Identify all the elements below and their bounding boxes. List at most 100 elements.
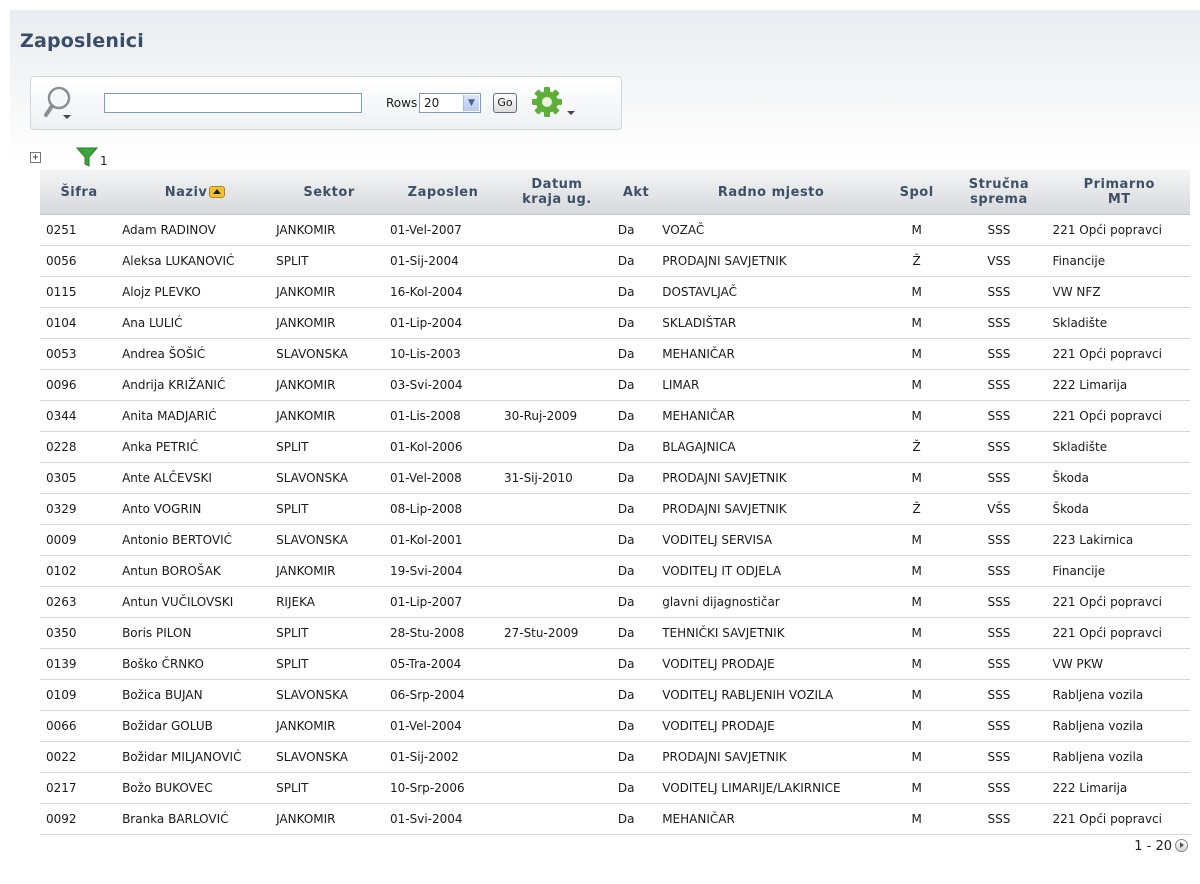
cell-primarno-mt: 221 Opći popravci — [1048, 586, 1190, 618]
go-button[interactable]: Go — [493, 93, 517, 113]
cell-sektor: JANKOMIR — [272, 276, 387, 308]
pagination-range: 1 - 20 — [1134, 839, 1172, 854]
table-row: 0053 Andrea ŠOŠIĆ SLAVONSKA 10-Lis-2003 Da ME… — [40, 338, 1190, 370]
cell-primarno-mt: VW PKW — [1048, 648, 1190, 680]
col-header-sifra[interactable]: Šifra — [40, 170, 119, 215]
cell-strucna-sprema: SSS — [949, 710, 1049, 742]
cell-spol: M — [883, 369, 950, 401]
chevron-down-icon[interactable]: ▼ — [463, 95, 479, 111]
cell-sifra: 0344 — [40, 400, 119, 432]
col-header-primarno-mt[interactable]: Primarno MT — [1048, 170, 1190, 215]
cell-sifra: 0102 — [40, 555, 119, 587]
cell-datum-kraja — [499, 431, 614, 463]
cell-spol: M — [883, 648, 950, 680]
cell-akt: Da — [613, 214, 659, 246]
cell-strucna-sprema: SSS — [949, 617, 1049, 649]
cell-strucna-sprema: SSS — [949, 369, 1049, 401]
cell-sektor: JANKOMIR — [272, 803, 387, 835]
cell-sektor: SPLIT — [272, 648, 387, 680]
col-header-naziv[interactable]: Naziv — [118, 170, 273, 215]
table-row: 0066 Božidar GOLUB JANKOMIR 01-Vel-2004 Da VO… — [40, 710, 1190, 742]
cell-sektor: SPLIT — [272, 431, 387, 463]
cell-sektor: JANKOMIR — [272, 369, 387, 401]
cell-sifra: 0096 — [40, 369, 119, 401]
cell-datum-kraja: 31-Sij-2010 — [499, 462, 614, 494]
cell-akt: Da — [613, 245, 659, 277]
cell-sifra: 0009 — [40, 524, 119, 556]
toolbar-secondary: + 1 — [30, 146, 130, 170]
col-header-akt[interactable]: Akt — [613, 170, 659, 215]
cell-primarno-mt: VW NFZ — [1048, 276, 1190, 308]
table-row: 0022 Božidar MILJANOVIĆ SLAVONSKA 01-Sij-20… — [40, 741, 1190, 773]
cell-zaposlen: 01-Kol-2006 — [386, 431, 500, 463]
cell-primarno-mt: 223 Lakirnica — [1048, 524, 1190, 556]
cell-sektor: SLAVONSKA — [272, 679, 387, 711]
cell-akt: Da — [613, 524, 659, 556]
cell-datum-kraja — [499, 307, 614, 339]
cell-radno-mjesto: VODITELJ SERVISA — [658, 524, 884, 556]
magnifier-icon[interactable] — [43, 85, 75, 121]
search-input[interactable] — [104, 93, 362, 113]
cell-akt: Da — [613, 338, 659, 370]
cell-primarno-mt: 221 Opći popravci — [1048, 803, 1190, 835]
cell-primarno-mt: Skladište — [1048, 431, 1190, 463]
gear-icon[interactable] — [529, 87, 581, 121]
cell-naziv: Andrija KRIŽANIĆ — [118, 369, 273, 401]
cell-sektor: SPLIT — [272, 493, 387, 525]
cell-zaposlen: 16-Kol-2004 — [386, 276, 500, 308]
cell-akt: Da — [613, 741, 659, 773]
rows-select[interactable]: 20 ▼ — [419, 93, 481, 113]
table-row: 0228 Anka PETRIĆ SPLIT 01-Kol-2006 Da BLAGAJN… — [40, 431, 1190, 463]
cell-zaposlen: 01-Sij-2004 — [386, 245, 500, 277]
cell-spol: M — [883, 524, 950, 556]
col-header-sektor[interactable]: Sektor — [272, 170, 387, 215]
cell-sektor: JANKOMIR — [272, 307, 387, 339]
cell-akt: Da — [613, 493, 659, 525]
col-header-datum-kraja[interactable]: Datum kraja ug. — [499, 170, 614, 215]
cell-zaposlen: 06-Srp-2004 — [386, 679, 500, 711]
cell-strucna-sprema: SSS — [949, 679, 1049, 711]
cell-spol: M — [883, 400, 950, 432]
cell-primarno-mt: Rabljena vozila — [1048, 710, 1190, 742]
cell-akt: Da — [613, 772, 659, 804]
cell-datum-kraja — [499, 245, 614, 277]
cell-zaposlen: 01-Sij-2002 — [386, 741, 500, 773]
cell-strucna-sprema: SSS — [949, 648, 1049, 680]
cell-zaposlen: 28-Stu-2008 — [386, 617, 500, 649]
cell-primarno-mt: Skladište — [1048, 307, 1190, 339]
cell-radno-mjesto: PRODAJNI SAVJETNIK — [658, 493, 884, 525]
funnel-icon[interactable] — [76, 146, 98, 168]
cell-datum-kraja — [499, 555, 614, 587]
cell-radno-mjesto: VODITELJ RABLJENIH VOZILA — [658, 679, 884, 711]
cell-sektor: SLAVONSKA — [272, 741, 387, 773]
cell-datum-kraja — [499, 679, 614, 711]
sort-ascending-icon[interactable] — [209, 185, 226, 198]
cell-primarno-mt: Rabljena vozila — [1048, 741, 1190, 773]
cell-radno-mjesto: VODITELJ IT ODJELA — [658, 555, 884, 587]
cell-sifra: 0329 — [40, 493, 119, 525]
col-header-spol[interactable]: Spol — [883, 170, 950, 215]
cell-strucna-sprema: SSS — [949, 338, 1049, 370]
col-header-radno-mjesto[interactable]: Radno mjesto — [658, 170, 884, 215]
next-page-icon[interactable] — [1175, 839, 1188, 852]
cell-akt: Da — [613, 431, 659, 463]
plus-box-icon[interactable]: + — [30, 152, 41, 163]
col-header-zaposlen[interactable]: Zaposlen — [386, 170, 500, 215]
cell-datum-kraja: 27-Stu-2009 — [499, 617, 614, 649]
cell-primarno-mt: 221 Opći popravci — [1048, 400, 1190, 432]
cell-sifra: 0251 — [40, 214, 119, 246]
cell-radno-mjesto: SKLADIŠTAR — [658, 307, 884, 339]
cell-strucna-sprema: VŠS — [949, 493, 1049, 525]
cell-strucna-sprema: SSS — [949, 586, 1049, 618]
cell-radno-mjesto: DOSTAVLJAČ — [658, 276, 884, 308]
col-header-strucna-sprema[interactable]: Stručna sprema — [949, 170, 1049, 215]
cell-sektor: JANKOMIR — [272, 400, 387, 432]
cell-spol: M — [883, 772, 950, 804]
cell-spol: Ž — [883, 245, 950, 277]
cell-strucna-sprema: SSS — [949, 772, 1049, 804]
cell-zaposlen: 01-Vel-2004 — [386, 710, 500, 742]
cell-sektor: JANKOMIR — [272, 214, 387, 246]
header-row: Šifra Naziv Sektor Zaposlen Datum kraja u… — [40, 170, 1190, 215]
cell-sifra: 0104 — [40, 307, 119, 339]
cell-spol: M — [883, 617, 950, 649]
